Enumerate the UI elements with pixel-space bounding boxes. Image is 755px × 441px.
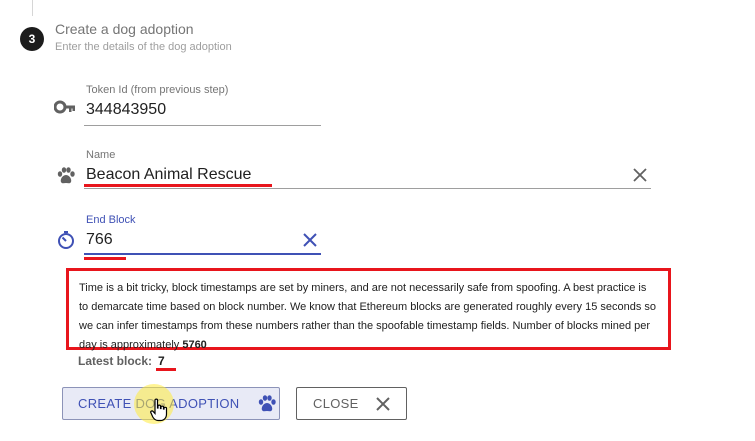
paw-icon — [56, 166, 76, 191]
step-title: Create a dog adoption — [55, 21, 194, 37]
paw-icon — [257, 394, 277, 414]
token-id-underline — [84, 125, 321, 126]
step-subtitle: Enter the details of the dog adoption — [55, 41, 232, 53]
end-block-label: End Block — [86, 214, 136, 226]
blocks-per-day-value: 5760 — [182, 339, 207, 351]
name-label: Name — [86, 149, 116, 161]
step-number-badge: 3 — [20, 27, 44, 51]
clear-end-block-icon[interactable] — [302, 232, 318, 253]
name-underline — [84, 188, 651, 189]
name-input[interactable]: Beacon Animal Rescue — [86, 166, 251, 184]
latest-block-value: 7 — [158, 354, 165, 368]
end-block-input[interactable]: 766 — [86, 231, 113, 249]
hand-cursor-icon — [150, 398, 168, 427]
key-icon — [53, 100, 76, 119]
annotation-underline-end-block — [84, 257, 126, 260]
info-text: Time is a bit tricky, block timestamps a… — [79, 282, 657, 351]
latest-block-label: Latest block: — [78, 354, 153, 368]
close-icon — [375, 396, 391, 412]
annotation-underline-name — [84, 184, 272, 187]
stepper-connector — [32, 0, 33, 16]
timer-icon — [56, 230, 76, 255]
clear-name-icon[interactable] — [632, 167, 648, 188]
info-text-box: Time is a bit tricky, block timestamps a… — [66, 268, 671, 351]
token-id-input[interactable]: 344843950 — [86, 101, 166, 119]
end-block-underline — [84, 253, 321, 255]
token-id-label: Token Id (from previous step) — [86, 84, 229, 96]
close-button[interactable]: CLOSE — [296, 387, 407, 420]
annotation-underline-latest-block — [156, 368, 176, 371]
close-button-label: CLOSE — [313, 396, 359, 411]
